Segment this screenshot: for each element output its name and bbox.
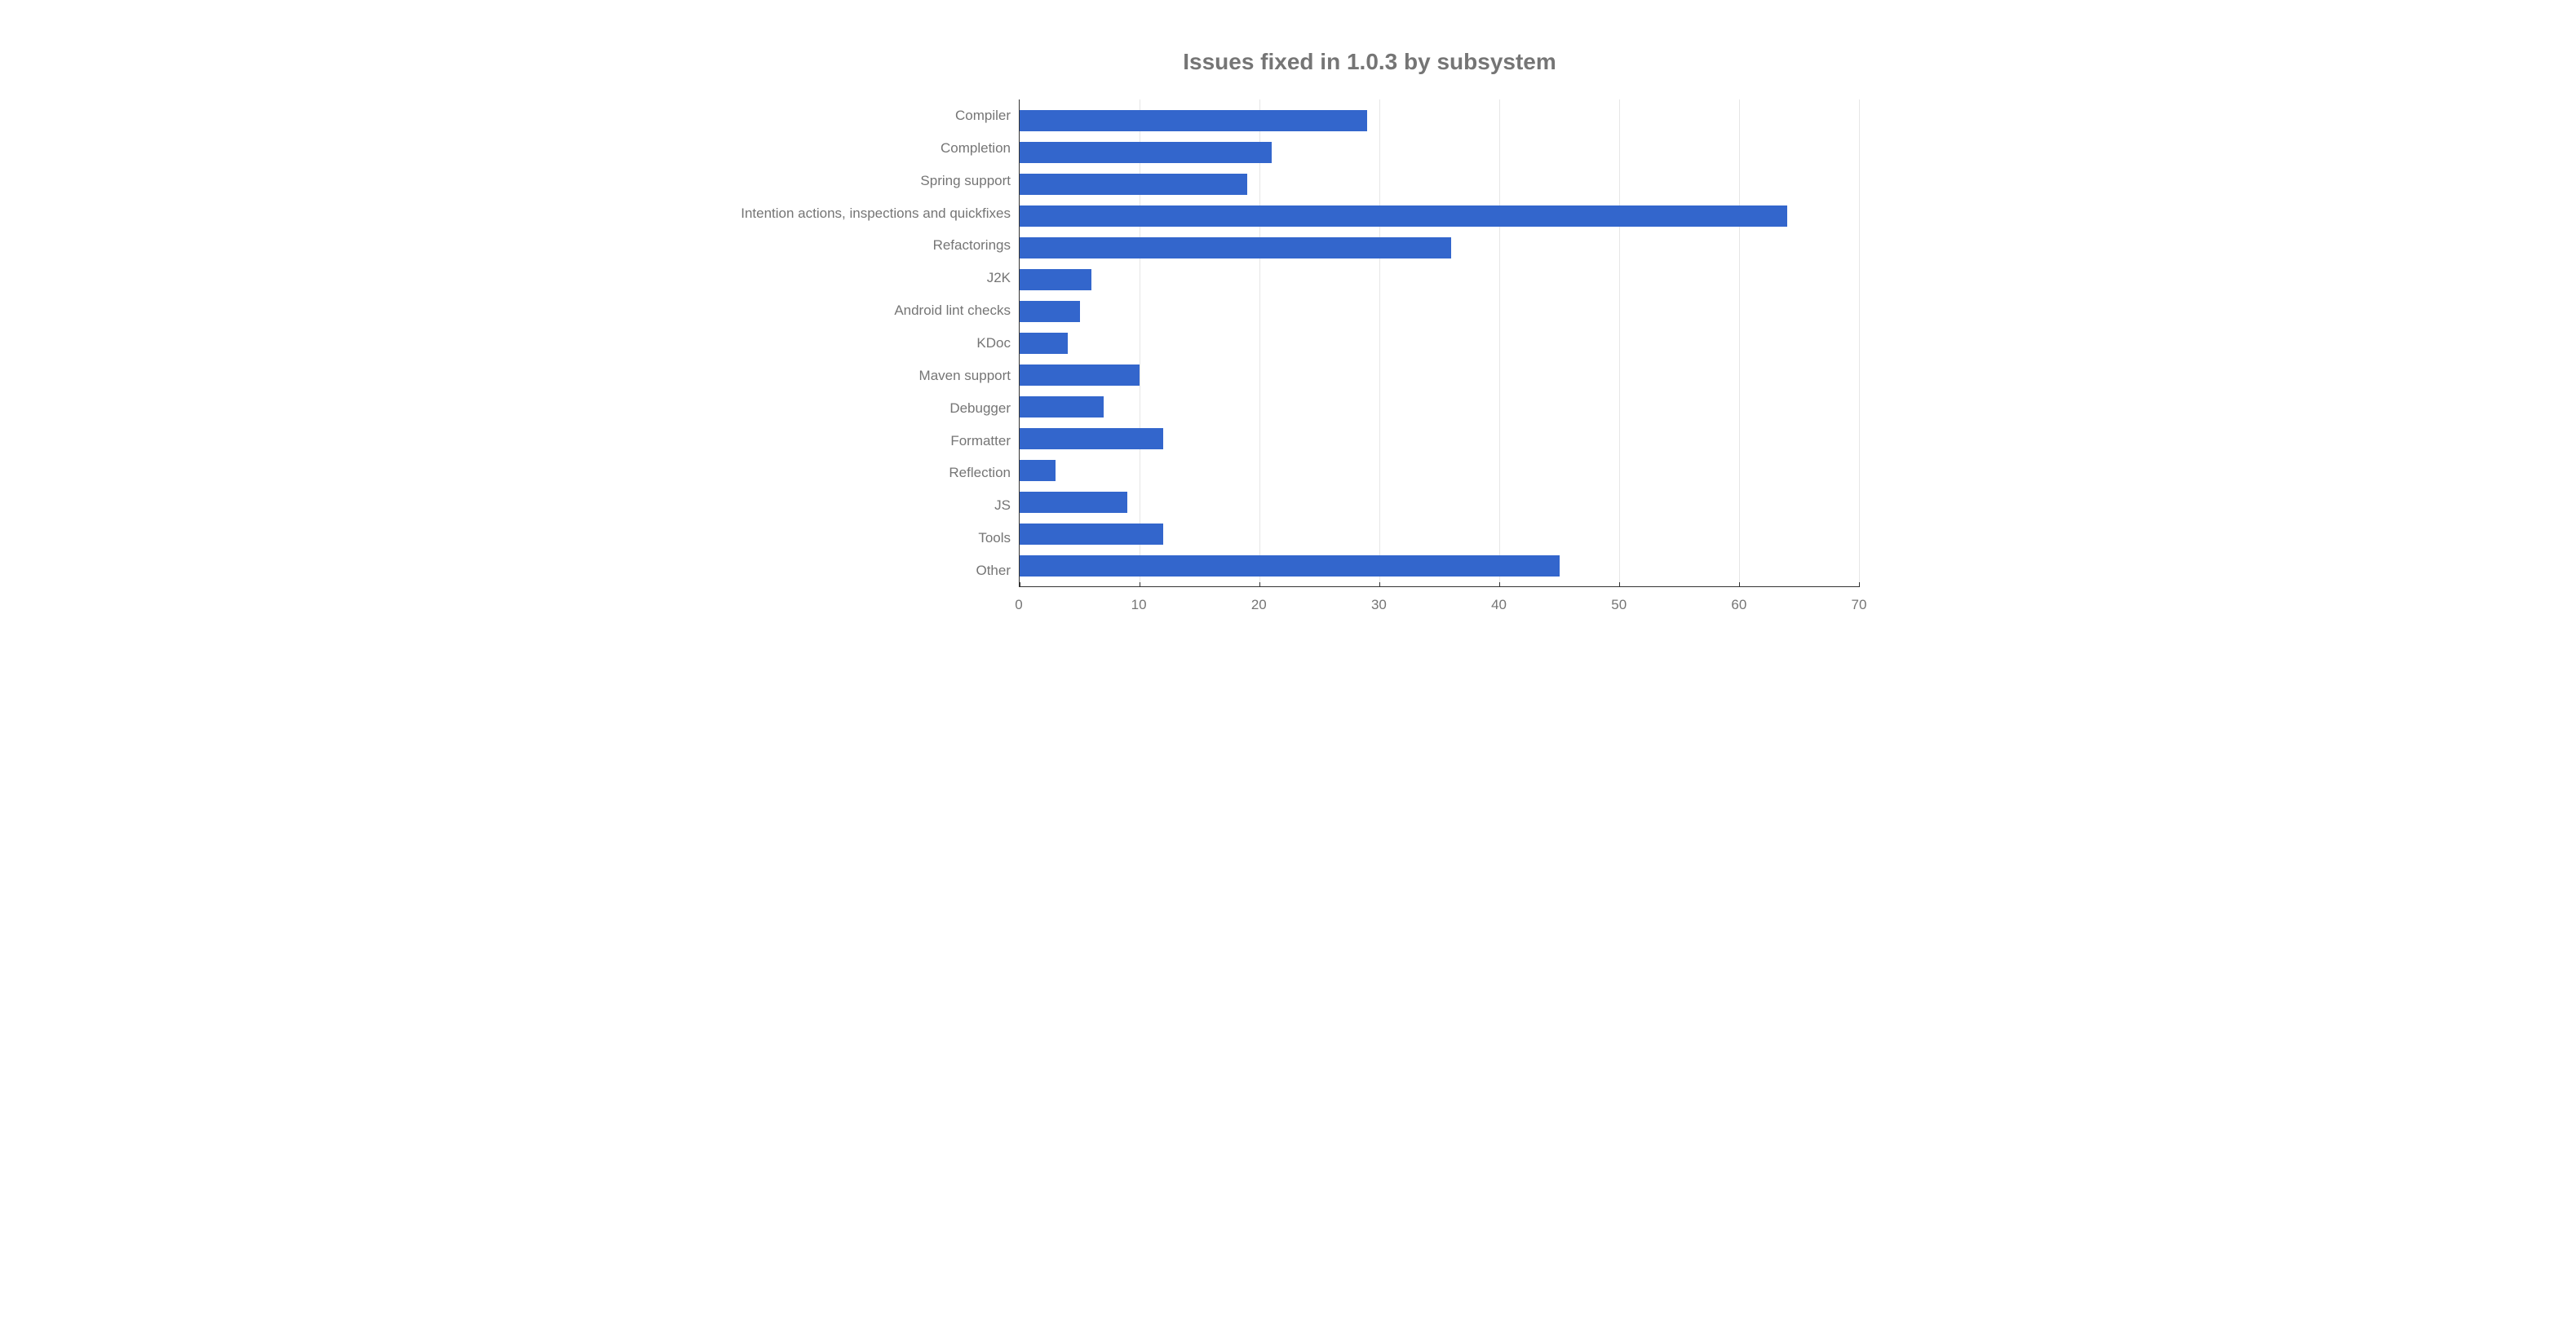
- chart-title: Issues fixed in 1.0.3 by subsystem: [717, 49, 1859, 75]
- y-axis-category-label: Other: [717, 554, 1011, 586]
- bar: [1020, 237, 1451, 258]
- y-axis-category-label: KDoc: [717, 327, 1011, 359]
- y-axis-category-label: Intention actions, inspections and quick…: [717, 197, 1011, 229]
- plot-area: [1019, 99, 1859, 587]
- bar: [1020, 301, 1080, 322]
- bar-row: [1020, 263, 1859, 295]
- y-axis-category-label: Android lint checks: [717, 295, 1011, 327]
- bar-row: [1020, 295, 1859, 327]
- bar-row: [1020, 422, 1859, 454]
- bar: [1020, 524, 1163, 545]
- x-tick-mark: [1859, 582, 1860, 587]
- x-axis-labels: 010203040506070: [1019, 597, 1859, 616]
- bar: [1020, 396, 1104, 418]
- tick-marks: [1020, 582, 1859, 587]
- y-axis-category-label: Spring support: [717, 165, 1011, 197]
- y-axis-category-label: Compiler: [717, 99, 1011, 131]
- bar-row: [1020, 550, 1859, 581]
- bar-row: [1020, 359, 1859, 391]
- bar: [1020, 205, 1787, 227]
- x-tick-mark: [1379, 582, 1380, 587]
- y-axis-category-label: Tools: [717, 523, 1011, 554]
- bar: [1020, 333, 1068, 354]
- bar: [1020, 142, 1272, 163]
- y-axis-category-label: Debugger: [717, 392, 1011, 424]
- y-axis-category-label: J2K: [717, 263, 1011, 294]
- bar-row: [1020, 327, 1859, 359]
- chart-area: CompilerCompletionSpring supportIntentio…: [717, 99, 1859, 587]
- y-axis-category-label: Formatter: [717, 425, 1011, 457]
- y-axis-category-label: Completion: [717, 132, 1011, 164]
- x-axis-tick-label: 40: [1491, 597, 1507, 613]
- x-axis-tick-label: 60: [1731, 597, 1746, 613]
- bar: [1020, 428, 1163, 449]
- bar: [1020, 555, 1560, 577]
- x-axis-tick-label: 70: [1852, 597, 1867, 613]
- x-tick-mark: [1739, 582, 1740, 587]
- bar-row: [1020, 391, 1859, 422]
- bar: [1020, 492, 1127, 513]
- bar-row: [1020, 518, 1859, 550]
- y-axis-category-label: JS: [717, 490, 1011, 522]
- x-tick-mark: [1499, 582, 1500, 587]
- bar: [1020, 110, 1367, 131]
- bars-group: [1020, 99, 1859, 586]
- y-axis-category-label: Reflection: [717, 457, 1011, 489]
- bar: [1020, 174, 1247, 195]
- bar-row: [1020, 136, 1859, 168]
- bar: [1020, 460, 1056, 481]
- bar-row: [1020, 168, 1859, 200]
- x-axis-tick-label: 10: [1131, 597, 1147, 613]
- bar: [1020, 364, 1140, 386]
- x-axis-tick-label: 50: [1611, 597, 1627, 613]
- bar-row: [1020, 104, 1859, 136]
- x-tick-mark: [1619, 582, 1620, 587]
- bar: [1020, 269, 1091, 290]
- bar-row: [1020, 232, 1859, 263]
- y-axis-labels: CompilerCompletionSpring supportIntentio…: [717, 99, 1019, 587]
- bar-row: [1020, 486, 1859, 518]
- x-axis-tick-label: 0: [1015, 597, 1022, 613]
- y-axis-category-label: Refactorings: [717, 230, 1011, 262]
- x-tick-mark: [1259, 582, 1260, 587]
- x-axis-tick-label: 20: [1251, 597, 1267, 613]
- x-axis-tick-label: 30: [1371, 597, 1387, 613]
- chart-container: Issues fixed in 1.0.3 by subsystem Compi…: [717, 49, 1859, 616]
- bar-row: [1020, 454, 1859, 486]
- y-axis-category-label: Maven support: [717, 360, 1011, 391]
- gridline: [1859, 99, 1860, 586]
- bar-row: [1020, 200, 1859, 232]
